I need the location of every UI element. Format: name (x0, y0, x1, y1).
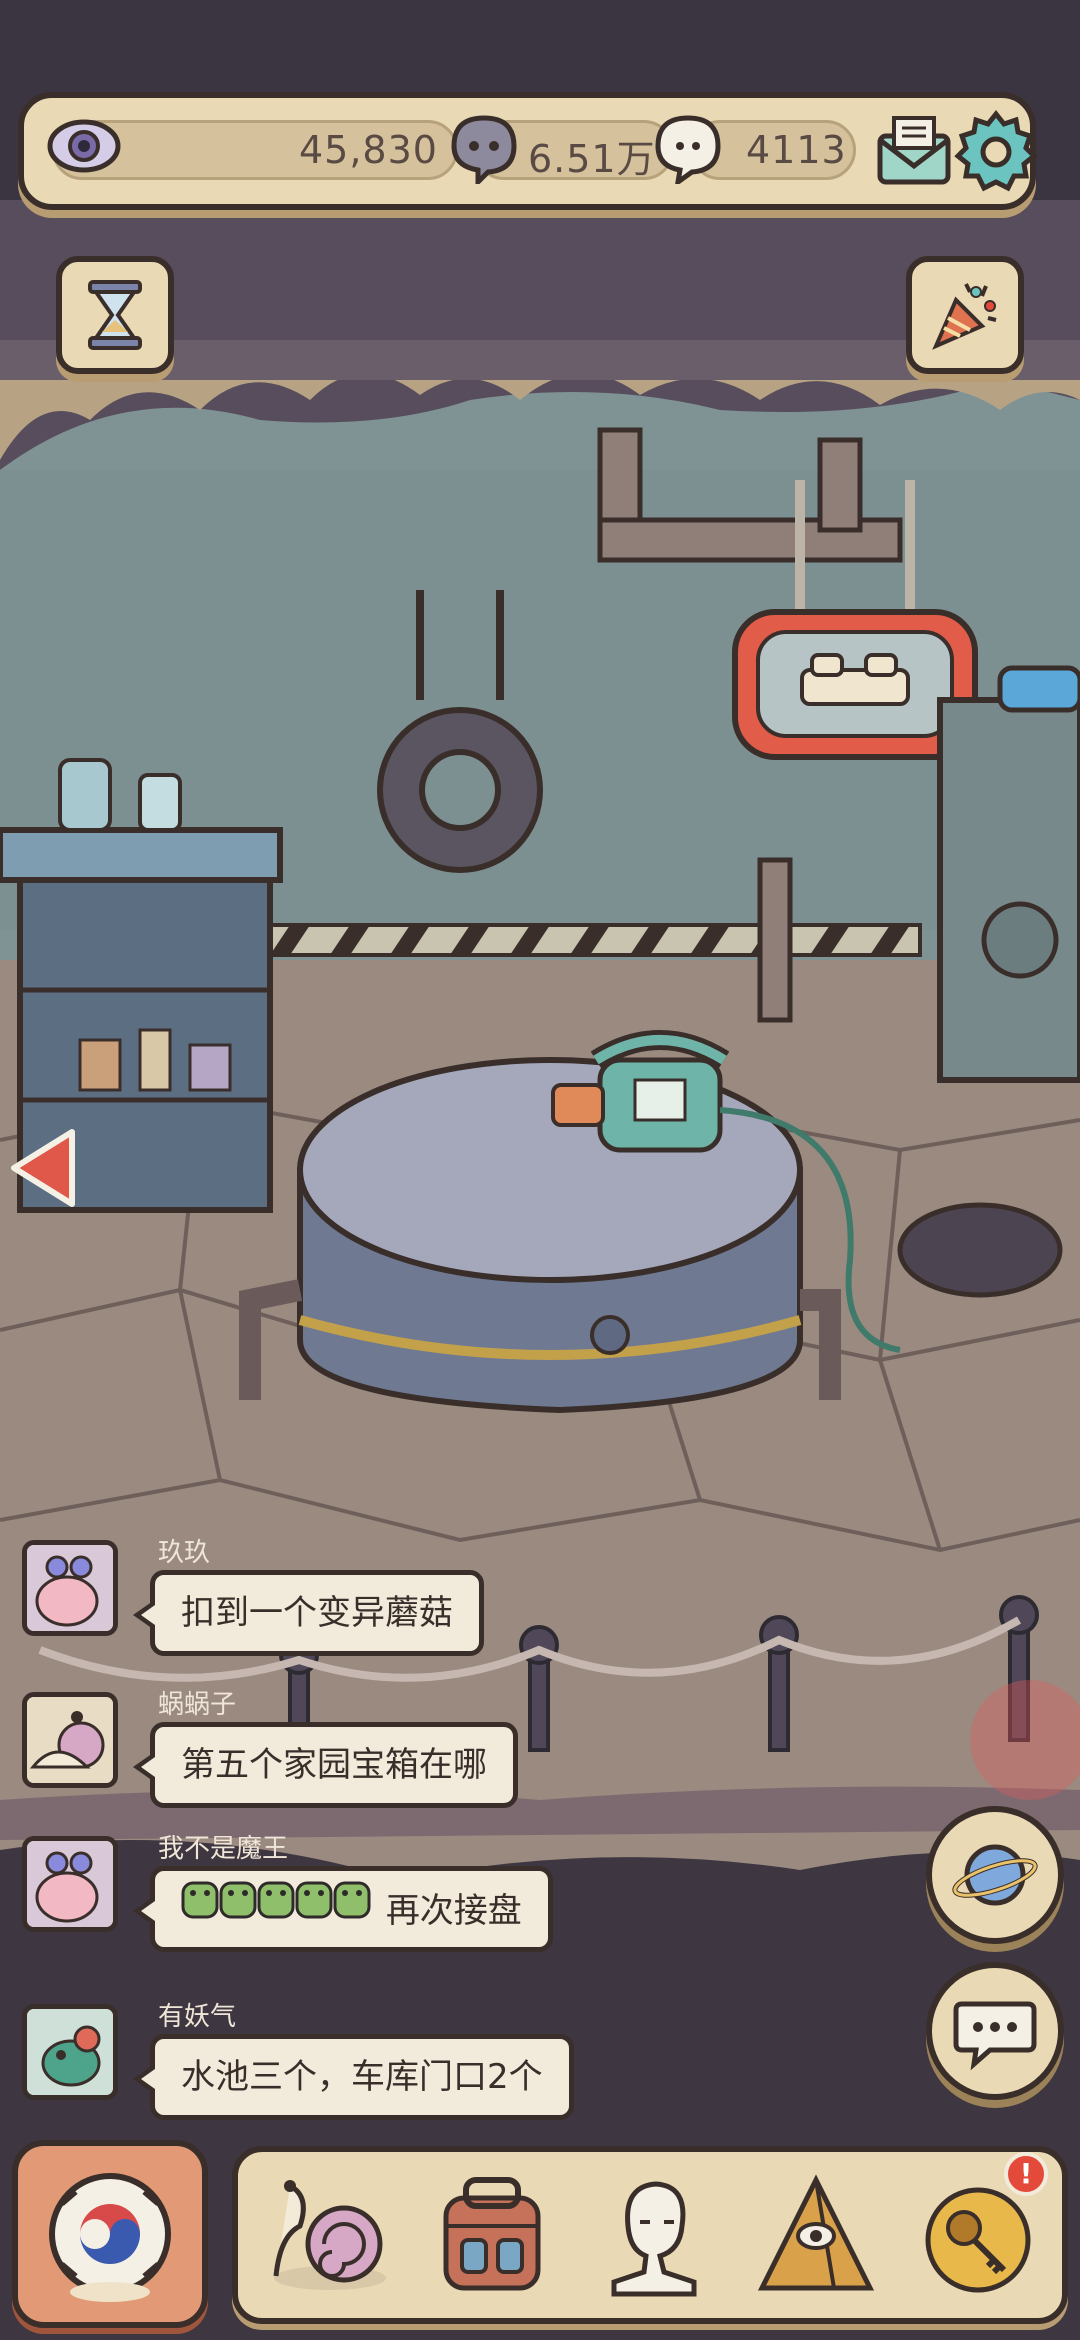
avatar[interactable] (22, 1836, 118, 1932)
settings-button[interactable] (954, 110, 1038, 194)
resource-bar: 45,830 6.51万 4113 (18, 92, 1038, 210)
chat-bubble: 扣到一个变异蘑菇 (133, 1570, 484, 1656)
chat-username: 我不是魔王 (158, 1834, 289, 1864)
avatar[interactable] (22, 2004, 118, 2100)
left-arrow-icon (11, 1129, 75, 1207)
snail-icon (273, 2180, 386, 2290)
bubble-value: 4113 (746, 128, 847, 172)
chat-bubble: 再次接盘 (133, 1866, 553, 1954)
chat-username: 玖玖 (158, 1538, 211, 1568)
notification-badge: ! (1004, 2152, 1048, 2196)
main-snail-button[interactable] (12, 2140, 208, 2328)
nav-pyramid[interactable] (746, 2166, 886, 2306)
nav-snail[interactable] (260, 2166, 400, 2306)
frog-emote-row (181, 1871, 371, 1954)
statue-icon (611, 2181, 697, 2297)
chat-bubble: 第五个家园宝箱在哪 (133, 1722, 518, 1808)
chat-username: 蜗蜗子 (158, 1690, 237, 1720)
back-arrow-button[interactable] (8, 1126, 78, 1210)
hourglass-button[interactable] (56, 256, 174, 374)
nav-statue[interactable] (584, 2166, 724, 2306)
chat-text: 再次接盘 (385, 1891, 522, 1931)
eye-value: 45,830 (299, 128, 438, 172)
chat-bubble: 水池三个，车库门口2个 (133, 2034, 574, 2120)
pyramid-icon (757, 2174, 875, 2291)
mail-icon (877, 116, 951, 185)
party-popper-icon (932, 283, 997, 350)
chat-bubble-icon (953, 2001, 1037, 2071)
hourglass-icon (88, 280, 142, 350)
avatar[interactable] (22, 1540, 118, 1636)
mail-button[interactable] (872, 110, 956, 194)
planet-icon (952, 1844, 1038, 1906)
snail-avatar-icon (27, 1841, 113, 1927)
bottom-nav: ! (232, 2146, 1068, 2324)
chat-username: 有妖气 (158, 2002, 237, 2032)
planet-button[interactable] (926, 1806, 1064, 1944)
snail-avatar-icon (27, 2009, 113, 2095)
chat-text: 水池三个，车库门口2个 (181, 2057, 543, 2097)
snail-coin-icon (451, 115, 517, 184)
snail-avatar-icon (27, 1545, 113, 1631)
speech-bubble-icon (655, 115, 721, 184)
avatar[interactable] (22, 1692, 118, 1788)
eye-icon (47, 119, 121, 173)
korea-flag-snail-icon (49, 2173, 171, 2302)
snail-avatar-icon (27, 1697, 113, 1783)
snail-coin-value: 6.51万 (528, 137, 656, 181)
nav-backpack[interactable] (422, 2166, 562, 2306)
chat-button[interactable] (926, 1962, 1064, 2100)
nav-key-coin[interactable]: ! (908, 2152, 1048, 2306)
chat-text: 扣到一个变异蘑菇 (181, 1593, 453, 1633)
party-button[interactable] (906, 256, 1024, 374)
chat-text: 第五个家园宝箱在哪 (181, 1745, 487, 1785)
backpack-icon (443, 2177, 541, 2291)
gear-icon (954, 110, 1038, 192)
frog-emote-icon (181, 1881, 371, 1919)
